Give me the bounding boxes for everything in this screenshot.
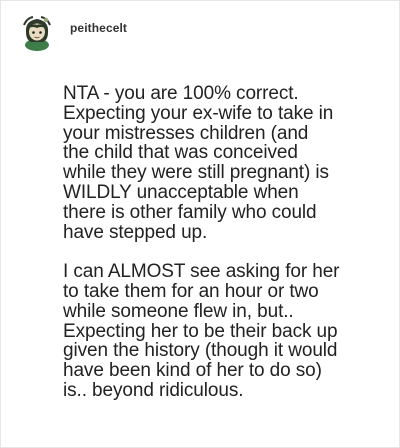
username-link[interactable]: peithecelt: [70, 21, 127, 35]
avatar-icon[interactable]: [21, 15, 53, 51]
post-paragraph-1: NTA - you are 100% correct. Expecting yo…: [63, 83, 334, 243]
post-header: peithecelt: [21, 15, 127, 51]
post-card: peithecelt NTA - you are 100% correct. E…: [0, 0, 400, 448]
post-body: NTA - you are 100% correct. Expecting yo…: [63, 84, 395, 401]
post-paragraph-2: I can ALMOST see asking for her to take …: [63, 261, 340, 401]
